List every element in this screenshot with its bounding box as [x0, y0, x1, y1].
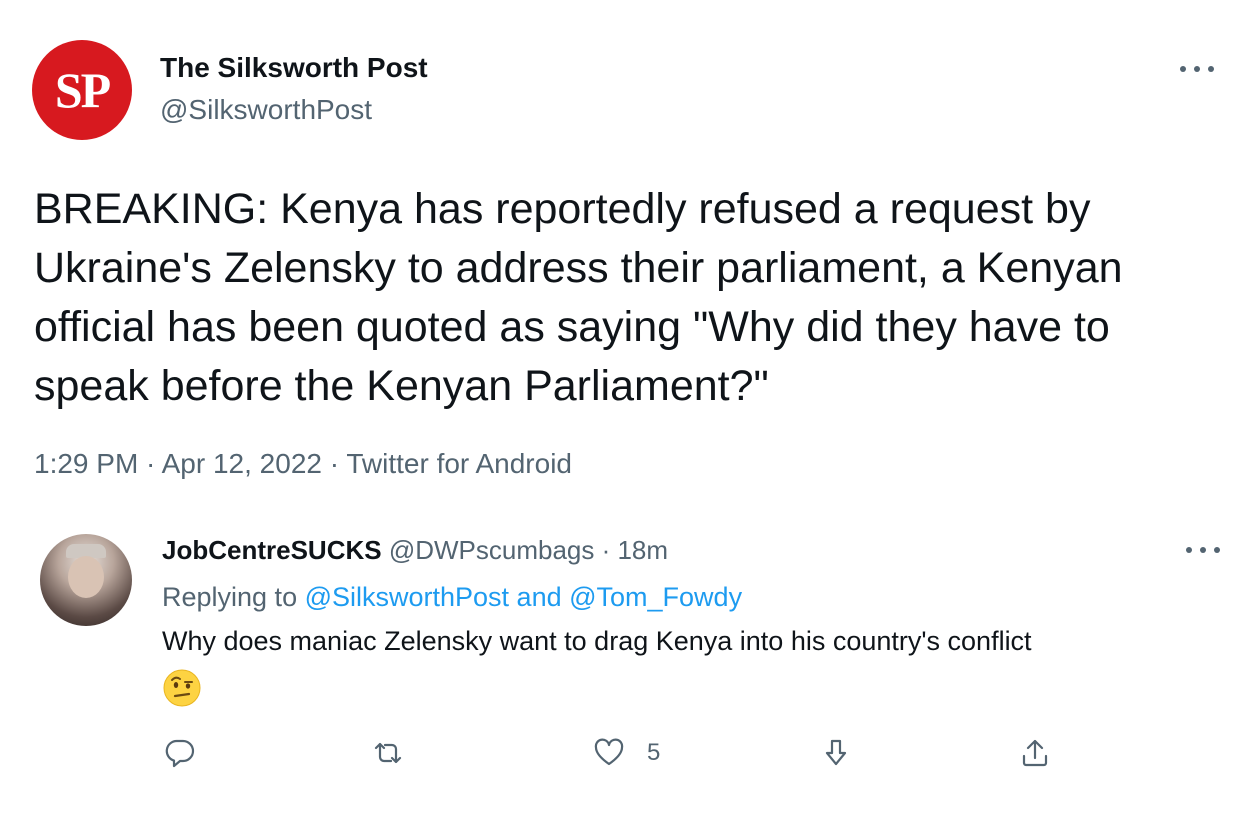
heart-icon — [594, 738, 624, 766]
avatar-face-graphic — [68, 556, 104, 598]
share-button[interactable] — [1019, 736, 1051, 770]
retweet-icon — [374, 742, 402, 764]
like-count: 5 — [647, 739, 661, 766]
author-handle[interactable]: @SilksworthPost — [160, 94, 372, 126]
silksworth-post-avatar[interactable]: SP — [32, 40, 132, 140]
reply-button[interactable] — [164, 736, 196, 770]
replying-to-mentions[interactable]: @SilksworthPost and @Tom_Fowdy — [305, 582, 742, 612]
reply-author-avatar[interactable] — [40, 534, 132, 626]
reply-header: JobCentreSUCKS @DWPscumbags · 18m — [162, 535, 668, 566]
share-icon — [1022, 739, 1048, 767]
download-icon — [825, 739, 847, 766]
avatar-initials: SP — [54, 62, 111, 118]
reply-icon — [165, 739, 195, 768]
reply-author-name[interactable]: JobCentreSUCKS — [162, 535, 382, 565]
replying-to-line: Replying to @SilksworthPost and @Tom_Fow… — [162, 582, 742, 613]
download-button[interactable] — [820, 736, 852, 770]
replying-to-label: Replying to — [162, 582, 305, 612]
retweet-button[interactable] — [372, 736, 404, 770]
raised-eyebrow-emoji-icon — [163, 669, 201, 707]
more-options-icon[interactable] — [1180, 62, 1214, 76]
like-button[interactable]: 5 — [593, 736, 660, 770]
reply-more-options-icon[interactable] — [1186, 543, 1220, 557]
tweet-text: BREAKING: Kenya has reportedly refused a… — [34, 185, 1123, 410]
reply-author-handle-time[interactable]: @DWPscumbags · 18m — [382, 535, 668, 565]
tweet-timestamp-source[interactable]: 1:29 PM · Apr 12, 2022 · Twitter for And… — [34, 448, 572, 480]
tweet-page: SP The Silksworth Post @SilksworthPost B… — [0, 0, 1250, 825]
author-display-name[interactable]: The Silksworth Post — [160, 52, 428, 84]
reply-text: Why does maniac Zelensky want to drag Ke… — [162, 626, 1032, 656]
